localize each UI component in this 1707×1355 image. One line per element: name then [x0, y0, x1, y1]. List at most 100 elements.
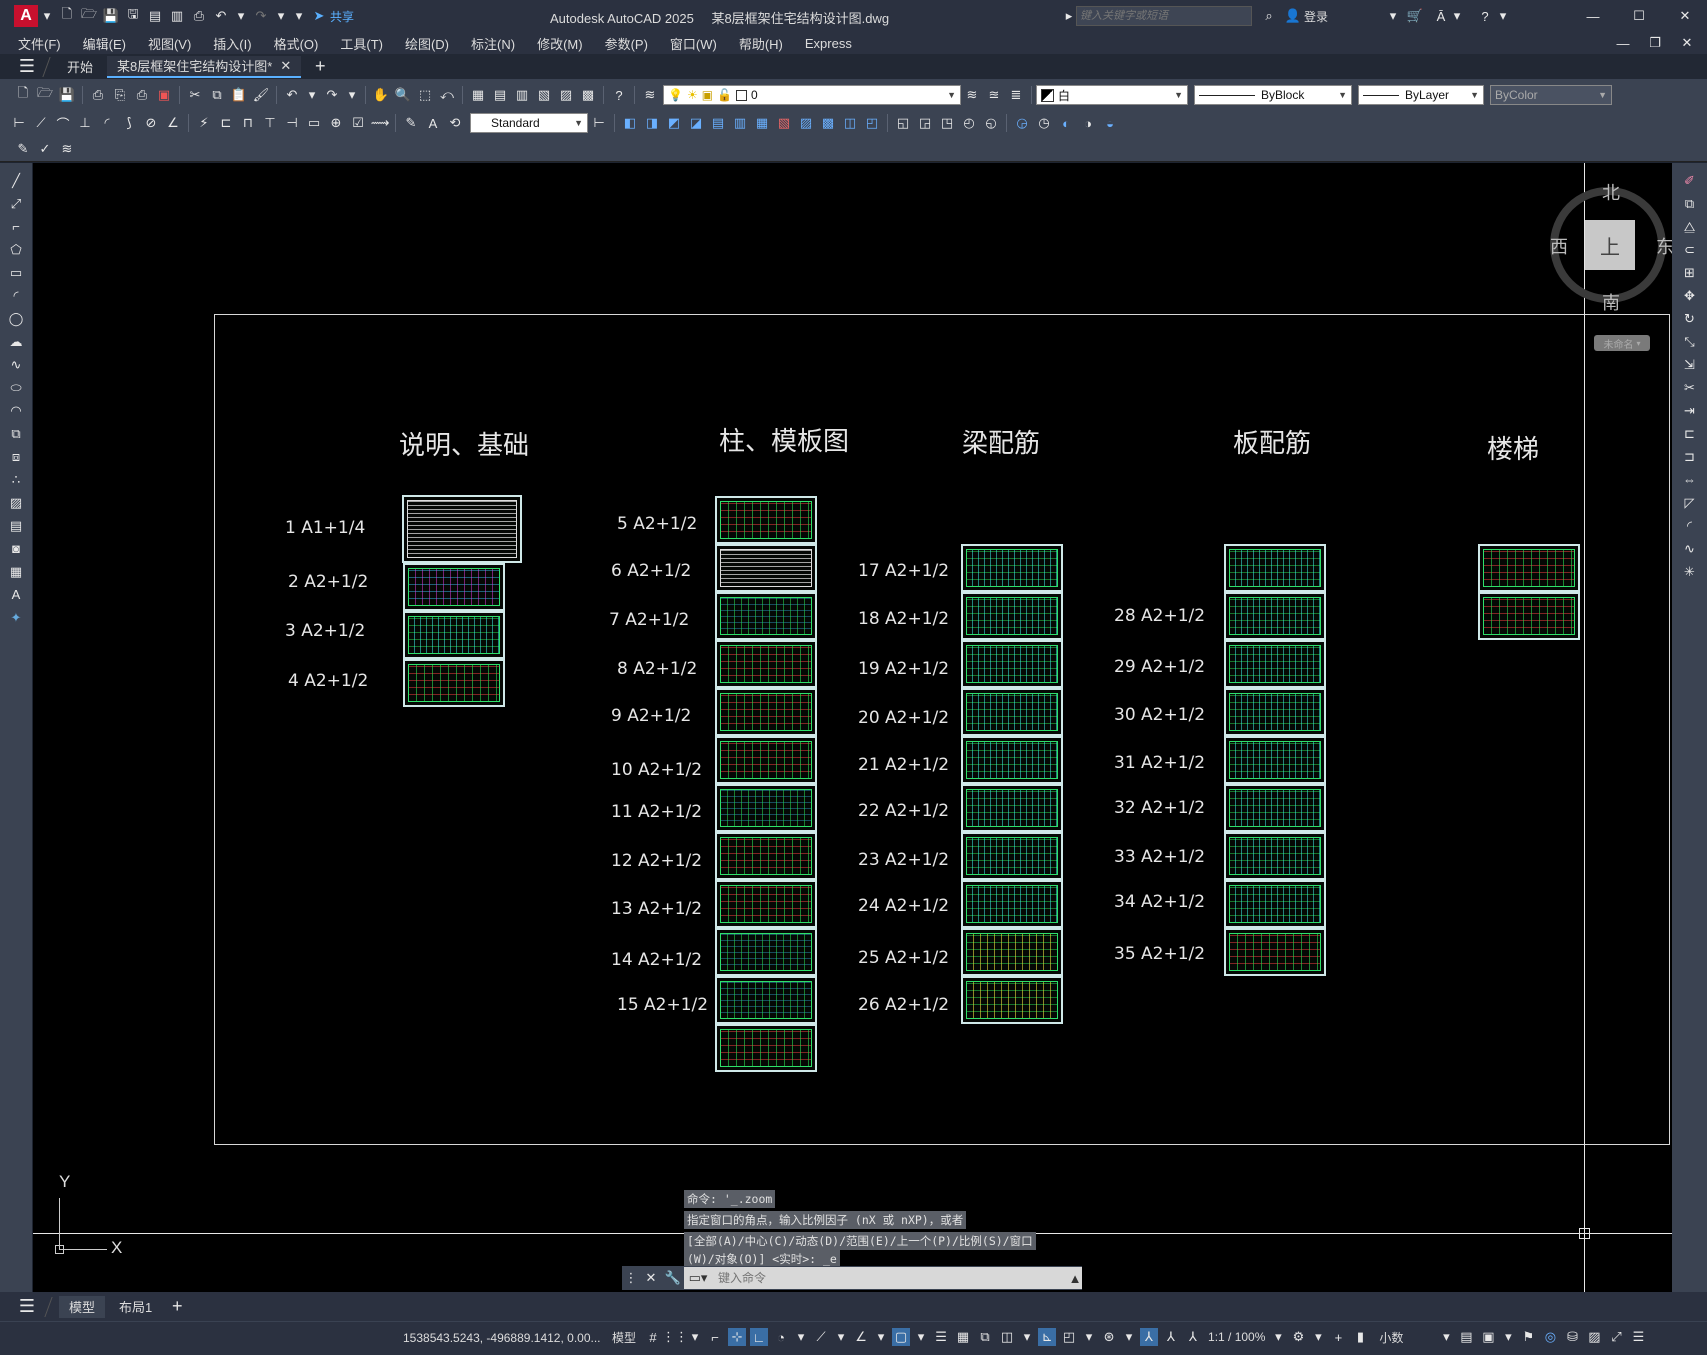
sheet-thumbnail[interactable]: [1224, 880, 1326, 928]
sheet-thumbnail[interactable]: [715, 880, 817, 928]
make-block-icon[interactable]: ⧈: [7, 447, 25, 466]
dim-break-icon[interactable]: ⊣: [283, 114, 301, 132]
dynamic-ucs-icon[interactable]: ⊾: [1038, 1328, 1057, 1346]
sheet-thumbnail[interactable]: [961, 928, 1063, 976]
polar-chevron-icon[interactable]: ▾: [794, 1328, 808, 1346]
erase-icon[interactable]: ✐: [1681, 171, 1699, 190]
save-web-icon[interactable]: ▥: [168, 7, 186, 25]
units-icon[interactable]: ▮: [1351, 1328, 1369, 1346]
dimstyle-icon[interactable]: ⊢: [590, 114, 608, 132]
check-icon[interactable]: ◵: [982, 114, 1000, 132]
save-as-icon[interactable]: 🖫: [124, 6, 142, 25]
sheet-thumbnail[interactable]: [961, 880, 1063, 928]
login-chevron-icon[interactable]: ▾: [1386, 7, 1400, 25]
hamburger-menu-icon[interactable]: ☰: [18, 56, 36, 76]
help-chevron-icon[interactable]: ▾: [1496, 7, 1510, 25]
tab-close-icon[interactable]: ✕: [280, 58, 291, 74]
dim-text-edit-icon[interactable]: A: [424, 114, 442, 132]
zoom-realtime-icon[interactable]: 🔍: [394, 86, 412, 104]
menu-window[interactable]: 窗口(W): [670, 34, 717, 53]
performance-icon[interactable]: ⛁: [1563, 1328, 1581, 1346]
dim-jogged-icon[interactable]: ⟆: [120, 114, 138, 132]
color-dropdown[interactable]: 白 ▼: [1036, 85, 1188, 105]
osnap-chevron-icon[interactable]: ▾: [914, 1328, 928, 1346]
model-space-button[interactable]: 模型: [612, 1329, 636, 1346]
annotation-scale-value[interactable]: 1:1 / 100%: [1208, 1330, 1265, 1344]
annotation-visibility-icon[interactable]: ⅄: [1140, 1328, 1159, 1346]
publish-icon[interactable]: ⎙: [133, 86, 151, 104]
customize-qat-icon[interactable]: ▾: [292, 7, 306, 25]
scale-icon[interactable]: ⤡: [1681, 332, 1699, 351]
mtext-icon[interactable]: A: [7, 585, 25, 604]
command-input[interactable]: [712, 1267, 1068, 1289]
qnew-icon[interactable]: 🗋: [14, 85, 32, 104]
sheetset-icon[interactable]: ▧: [535, 86, 553, 104]
sheet-thumbnail[interactable]: [1224, 832, 1326, 880]
app-menu-chevron-icon[interactable]: ▾: [40, 7, 54, 25]
add-selected-icon[interactable]: ✦: [7, 608, 25, 627]
lineweight-icon[interactable]: ☰: [932, 1328, 950, 1346]
save-icon[interactable]: 💾: [102, 7, 120, 25]
table-icon[interactable]: ▦: [7, 562, 25, 581]
app-logo[interactable]: A: [14, 5, 38, 27]
sheet-thumbnail[interactable]: [715, 736, 817, 784]
solid-box-icon[interactable]: ◧: [621, 114, 639, 132]
close-icon[interactable]: ✕: [1676, 7, 1694, 25]
sheet-thumbnail[interactable]: [961, 544, 1063, 592]
markup-icon[interactable]: ▨: [557, 86, 575, 104]
layout-menu-icon[interactable]: ☰: [18, 1296, 36, 1316]
selection-filter-icon[interactable]: ◰: [1060, 1328, 1078, 1346]
gizmo-chevron-icon[interactable]: ▾: [1122, 1328, 1136, 1346]
3dosnap-chevron-icon[interactable]: ▾: [1020, 1328, 1034, 1346]
sheet-thumbnail[interactable]: [961, 976, 1063, 1024]
preview-icon[interactable]: ⎘: [111, 86, 129, 104]
sheet-thumbnail[interactable]: [961, 688, 1063, 736]
line-icon[interactable]: ╱: [7, 171, 25, 190]
quick-properties-icon[interactable]: ▤: [1457, 1328, 1475, 1346]
sheet-thumbnail[interactable]: [961, 592, 1063, 640]
circle-icon[interactable]: ◯: [7, 309, 25, 328]
a-chevron-icon[interactable]: ▾: [1450, 7, 1464, 25]
arc-icon[interactable]: ◜: [7, 286, 25, 305]
properties-icon[interactable]: ▦: [469, 86, 487, 104]
redo-chevron-icon[interactable]: ▾: [274, 7, 288, 25]
rotate-icon[interactable]: ↻: [1681, 309, 1699, 328]
sheet-thumbnail[interactable]: [961, 784, 1063, 832]
menu-format[interactable]: 格式(O): [274, 34, 319, 53]
annotation-monitor-icon[interactable]: +: [1329, 1328, 1347, 1346]
otrack-icon[interactable]: ∠: [852, 1328, 870, 1346]
solid-union-icon[interactable]: ◨: [643, 114, 661, 132]
solid-edit-1-icon[interactable]: ◶: [1013, 114, 1031, 132]
copy-face-icon[interactable]: ◫: [841, 114, 859, 132]
tab-layout1[interactable]: 布局1: [109, 1296, 162, 1318]
blend-icon[interactable]: ∿: [1681, 539, 1699, 558]
menu-insert[interactable]: 插入(I): [213, 34, 251, 53]
cmd-close-icon[interactable]: ✕: [642, 1269, 660, 1287]
gradient-icon[interactable]: ▤: [7, 516, 25, 535]
move-face-icon[interactable]: ▥: [731, 114, 749, 132]
polygon-icon[interactable]: ⬠: [7, 240, 25, 259]
viewcube-top-face[interactable]: 上: [1585, 220, 1635, 270]
autodesk-a-icon[interactable]: Ā: [1432, 7, 1450, 25]
ortho-icon[interactable]: ∟: [750, 1328, 769, 1346]
new-file-icon[interactable]: 🗋: [58, 6, 76, 25]
sheet-thumbnail[interactable]: [961, 640, 1063, 688]
stretch-icon[interactable]: ⇲: [1681, 355, 1699, 374]
rotate-face-icon[interactable]: ▨: [797, 114, 815, 132]
sheet-thumbnail[interactable]: [715, 976, 817, 1024]
menu-dimension[interactable]: 标注(N): [471, 34, 515, 53]
menu-modify[interactable]: 修改(M): [537, 34, 583, 53]
plot-icon[interactable]: ⎙: [190, 7, 208, 25]
dim-linear-icon[interactable]: ⊢: [10, 114, 28, 132]
region-icon[interactable]: ◙: [7, 539, 25, 558]
plot-tb-icon[interactable]: ⎙: [89, 86, 107, 104]
dim-diameter-icon[interactable]: ⊘: [142, 114, 160, 132]
break-icon[interactable]: ⊐: [1681, 447, 1699, 466]
extrude-face-icon[interactable]: ▤: [709, 114, 727, 132]
tab-start[interactable]: 开始: [57, 56, 103, 78]
dim-ordinate-icon[interactable]: ⊥: [76, 114, 94, 132]
doc-restore-icon[interactable]: ❐: [1646, 34, 1664, 52]
linetype-dropdown[interactable]: ByBlock ▼: [1194, 85, 1352, 105]
refedit-icon[interactable]: ✓: [36, 140, 54, 158]
dim-update-icon[interactable]: ⟲: [446, 114, 464, 132]
